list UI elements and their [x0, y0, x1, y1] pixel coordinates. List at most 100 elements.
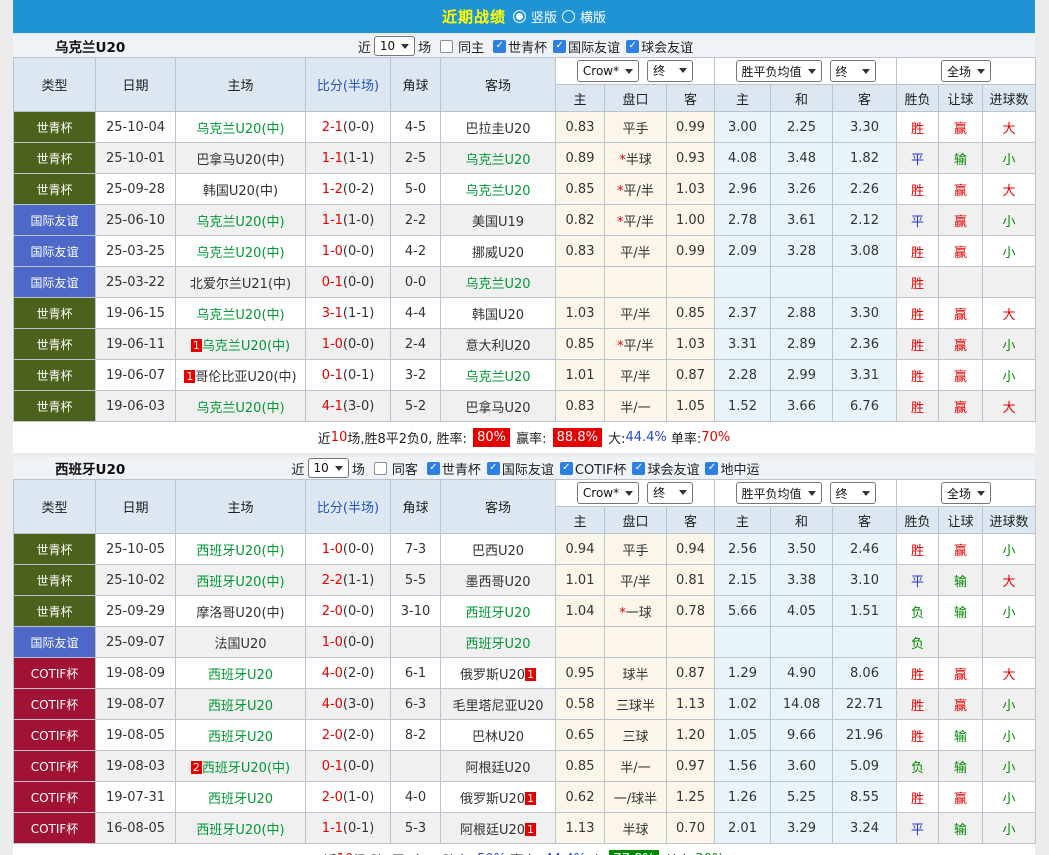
corners-cell: 8-2 [391, 720, 441, 751]
avg-home-cell [715, 267, 771, 298]
league-checkbox[interactable] [626, 40, 639, 53]
away-team-name[interactable]: 巴林U20 [472, 730, 524, 745]
home-team-name[interactable]: 乌克兰U20(中) [196, 401, 284, 416]
away-team-name[interactable]: 俄罗斯U20 [460, 792, 525, 807]
date-cell: 19-08-07 [96, 689, 176, 720]
home-team-name[interactable]: 西班牙U20 [208, 792, 273, 807]
home-team-cell: 法国U20 [176, 627, 306, 658]
halftime-score: (2-0) [343, 728, 374, 743]
handicap-result-cell: 赢 [939, 205, 983, 236]
date-cell: 19-06-15 [96, 298, 176, 329]
league-checkbox[interactable] [427, 462, 440, 475]
away-team-name[interactable]: 美国U19 [472, 215, 524, 230]
home-team-name[interactable]: 西班牙U20(中) [202, 761, 290, 776]
score-cell: 4-1(3-0) [306, 391, 391, 422]
away-team-name[interactable]: 巴西U20 [472, 544, 524, 559]
home-team-name[interactable]: 西班牙U20 [208, 730, 273, 745]
home-team-name[interactable]: 摩洛哥U20(中) [196, 606, 284, 621]
avg-away-cell: 6.76 [833, 391, 897, 422]
title-bar: 近期战绩 竖版横版 [13, 0, 1035, 33]
layout-radio-horizontal[interactable] [562, 10, 575, 23]
away-team-name[interactable]: 乌克兰U20 [465, 277, 530, 292]
home-team-name[interactable]: 乌克兰U20(中) [196, 246, 284, 261]
home-team-name[interactable]: 法国U20 [214, 637, 266, 652]
home-team-name[interactable]: 西班牙U20 [208, 668, 273, 683]
away-team-name[interactable]: 乌克兰U20 [465, 184, 530, 199]
layout-radio-vertical[interactable] [513, 10, 526, 23]
home-team-cell: 西班牙U20(中) [176, 534, 306, 565]
away-team-cell: 巴西U20 [441, 534, 556, 565]
away-team-name[interactable]: 意大利U20 [465, 339, 530, 354]
home-team-name[interactable]: 西班牙U20 [208, 699, 273, 714]
home-team-name[interactable]: 西班牙U20(中) [196, 823, 284, 838]
away-team-name[interactable]: 阿根廷U20 [460, 823, 525, 838]
odds-time-select[interactable]: 终 [647, 60, 693, 82]
away-team-name[interactable]: 巴拿马U20 [465, 401, 530, 416]
home-team-name[interactable]: 西班牙U20(中) [196, 575, 284, 590]
home-team-name[interactable]: 巴拿马U20(中) [196, 153, 284, 168]
home-team-name[interactable]: 乌克兰U20(中) [196, 122, 284, 137]
date-cell: 25-10-05 [96, 534, 176, 565]
chevron-down-icon [977, 491, 985, 496]
home-team-name[interactable]: 韩国U20(中) [203, 184, 278, 199]
goals-result-cell: 大 [983, 565, 1036, 596]
away-team-name[interactable]: 西班牙U20 [465, 606, 530, 621]
away-team-name[interactable]: 挪威U20 [472, 246, 524, 261]
away-team-name[interactable]: 俄罗斯U20 [460, 668, 525, 683]
scope-select[interactable]: 全场 [941, 482, 991, 504]
competition-cell: COTIF杯 [14, 720, 96, 751]
home-team-cell: 西班牙U20 [176, 689, 306, 720]
avg-odds-select[interactable]: 胜平负均值 [736, 60, 822, 82]
avg-time-select[interactable]: 终 [830, 60, 876, 82]
away-team-name[interactable]: 乌克兰U20 [465, 153, 530, 168]
corners-cell: 5-5 [391, 565, 441, 596]
avg-away-cell: 3.30 [833, 298, 897, 329]
rank-badge: 1 [525, 792, 536, 805]
away-team-cell: 乌克兰U20 [441, 360, 556, 391]
away-team-name[interactable]: 西班牙U20 [465, 637, 530, 652]
avg-home-cell: 1.56 [715, 751, 771, 782]
away-favored-mark: * [619, 153, 626, 168]
away-team-name[interactable]: 巴拉圭U20 [465, 122, 530, 137]
league-checkbox[interactable] [705, 462, 718, 475]
match-count-select[interactable]: 10 [374, 36, 415, 56]
same-venue-checkbox[interactable] [374, 462, 387, 475]
match-count-select[interactable]: 10 [308, 458, 349, 478]
halftime-score: (0-0) [343, 759, 374, 774]
handicap-result-cell: 输 [939, 813, 983, 844]
away-team-name[interactable]: 乌克兰U20 [465, 370, 530, 385]
scope-select[interactable]: 全场 [941, 60, 991, 82]
avg-time-select[interactable]: 终 [830, 482, 876, 504]
league-checkbox[interactable] [487, 462, 500, 475]
odds-source-select[interactable]: Crow* [577, 482, 639, 504]
avg-draw-cell: 14.08 [771, 689, 833, 720]
match-row: 世青杯25-09-29摩洛哥U20(中)2-0(0-0)3-10西班牙U201.… [14, 596, 1036, 627]
result-cell: 胜 [897, 720, 939, 751]
games-label: 场 [418, 37, 431, 56]
goals-result-cell [983, 627, 1036, 658]
home-team-name[interactable]: 哥伦比亚U20(中) [195, 370, 296, 385]
odds-time-select[interactable]: 终 [647, 482, 693, 504]
league-checkbox[interactable] [560, 462, 573, 475]
home-team-name[interactable]: 乌克兰U20(中) [196, 308, 284, 323]
away-team-cell: 巴拿马U20 [441, 391, 556, 422]
home-team-name[interactable]: 乌克兰U20(中) [196, 215, 284, 230]
away-team-name[interactable]: 毛里塔尼亚U20 [452, 699, 543, 714]
league-checkbox[interactable] [493, 40, 506, 53]
away-team-name[interactable]: 韩国U20 [472, 308, 524, 323]
league-checkbox[interactable] [632, 462, 645, 475]
goals-result-cell: 小 [983, 534, 1036, 565]
score-cell: 0-1(0-0) [306, 267, 391, 298]
score-cell: 4-0(3-0) [306, 689, 391, 720]
avg-odds-select[interactable]: 胜平负均值 [736, 482, 822, 504]
odds-source-select[interactable]: Crow* [577, 60, 639, 82]
away-team-name[interactable]: 墨西哥U20 [465, 575, 530, 590]
away-team-name[interactable]: 阿根廷U20 [465, 761, 530, 776]
home-team-name[interactable]: 西班牙U20(中) [196, 544, 284, 559]
league-checkbox[interactable] [553, 40, 566, 53]
rank-badge: 1 [525, 823, 536, 836]
home-team-name[interactable]: 乌克兰U20(中) [202, 339, 290, 354]
same-venue-checkbox[interactable] [440, 40, 453, 53]
result-cell: 平 [897, 565, 939, 596]
home-team-name[interactable]: 北爱尔兰U21(中) [190, 277, 291, 292]
